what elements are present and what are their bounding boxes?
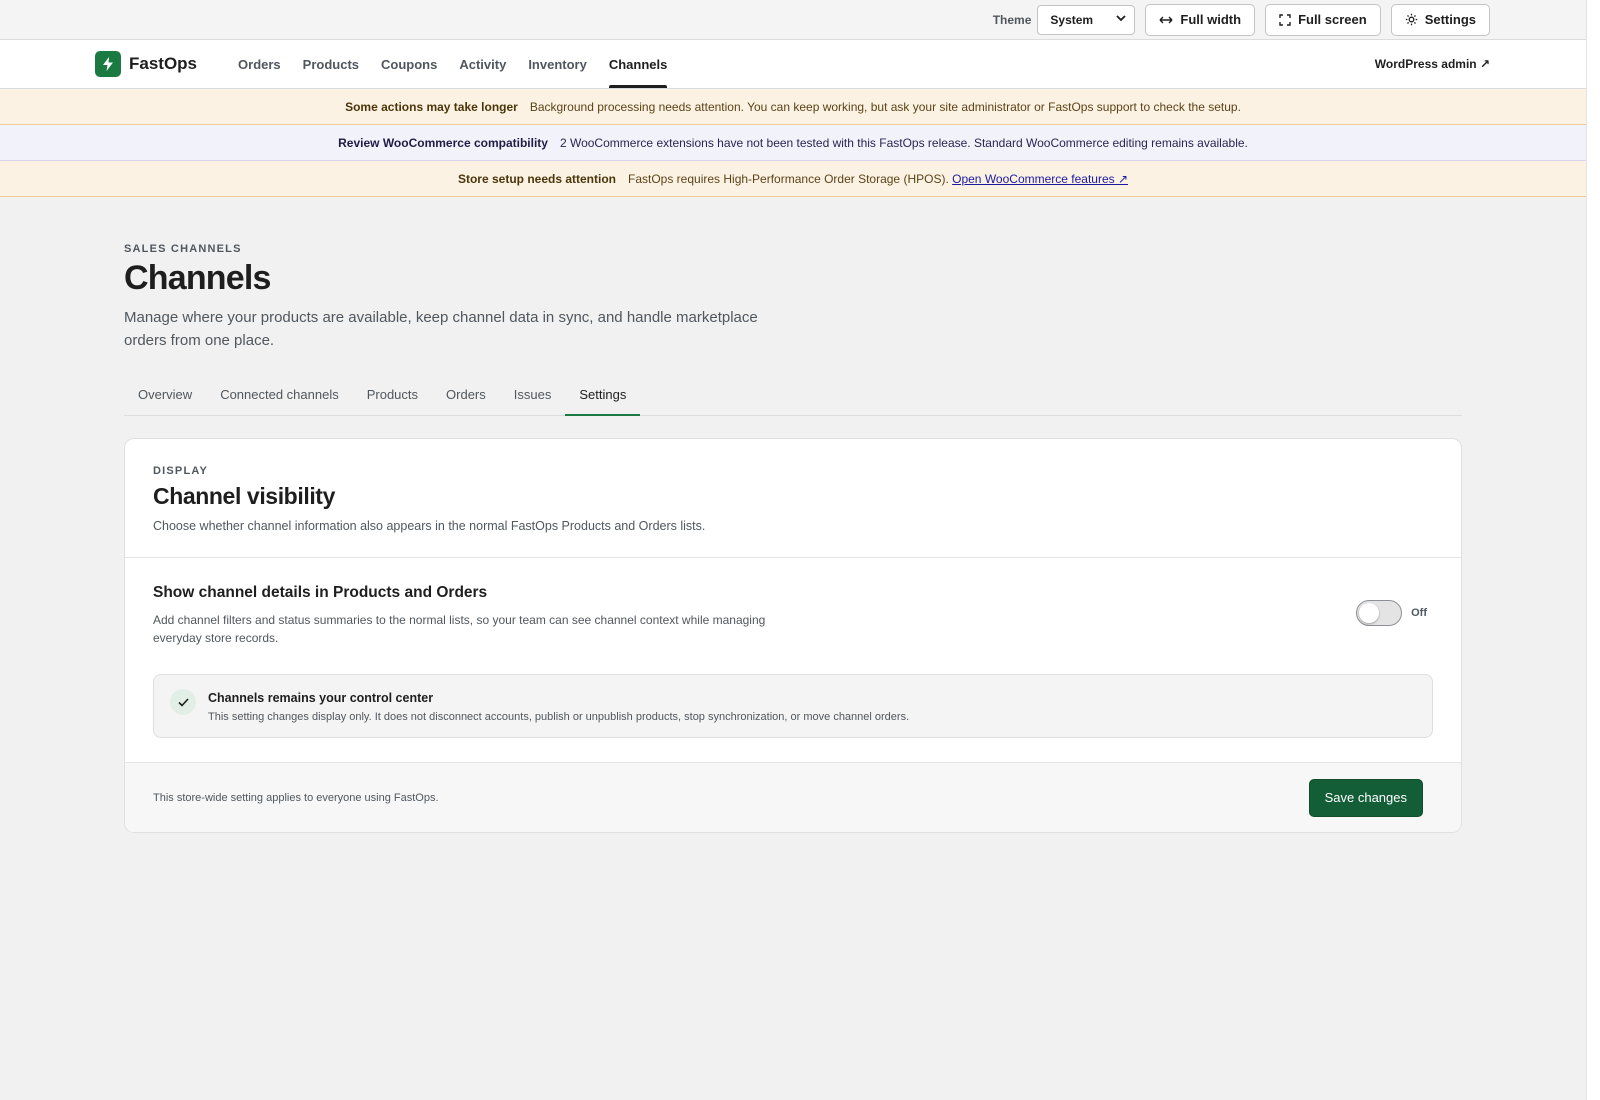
check-icon	[170, 689, 196, 715]
tab-products[interactable]: Products	[353, 374, 432, 415]
card-header: DISPLAY Channel visibility Choose whethe…	[125, 439, 1461, 558]
settings-label: Settings	[1424, 12, 1476, 27]
setting-row: Show channel details in Products and Ord…	[153, 584, 1433, 647]
tab-overview[interactable]: Overview	[124, 374, 206, 415]
channel-tabs: Overview Connected channels Products Ord…	[124, 374, 1462, 416]
channel-details-toggle[interactable]	[1356, 600, 1403, 626]
bolt-icon	[95, 51, 121, 77]
notice-woocommerce-compatibility: Review WooCommerce compatibility 2 WooCo…	[0, 125, 1586, 161]
scrollbar-track[interactable]	[1586, 0, 1600, 1100]
utility-bar: Theme System Full width Full screen Sett…	[0, 0, 1586, 40]
full-screen-label: Full screen	[1298, 12, 1367, 27]
tab-issues[interactable]: Issues	[500, 374, 566, 415]
page-description: Manage where your products are available…	[124, 309, 758, 349]
info-text: Channels remains your control center Thi…	[208, 689, 909, 723]
wordpress-admin-link[interactable]: WordPress admin ↗	[1375, 40, 1490, 88]
card-title: Channel visibility	[153, 483, 335, 509]
page-eyebrow: SALES CHANNELS	[124, 243, 242, 255]
card-description: Choose whether channel information also …	[153, 519, 706, 533]
nav-link-inventory[interactable]: Inventory	[517, 40, 598, 88]
main-content: SALES CHANNELS Channels Manage where you…	[0, 243, 1462, 833]
notice-text: Background processing needs attention. Y…	[529, 99, 1241, 114]
expand-icon	[1279, 13, 1291, 26]
notice-text-wrap: FastOps requires High-Performance Order …	[628, 172, 1128, 186]
arrows-horizontal-icon	[1159, 15, 1173, 25]
control-center-info: Channels remains your control center Thi…	[153, 674, 1433, 738]
notice-title: Store setup needs attention	[457, 171, 616, 186]
nav-link-activity[interactable]: Activity	[448, 40, 517, 88]
open-woocommerce-features-link[interactable]: Open WooCommerce features ↗	[952, 172, 1128, 186]
notice-store-setup: Store setup needs attention FastOps requ…	[0, 161, 1586, 197]
full-width-label: Full width	[1180, 12, 1242, 27]
brand-name: FastOps	[129, 54, 198, 73]
setting-description: Add channel filters and status summaries…	[153, 613, 766, 645]
nav-link-orders[interactable]: Orders	[227, 40, 292, 88]
footer-note: This store-wide setting applies to every…	[153, 791, 439, 804]
settings-button[interactable]: Settings	[1390, 3, 1490, 36]
card-eyebrow: DISPLAY	[153, 465, 209, 477]
setting-title: Show channel details in Products and Ord…	[153, 584, 488, 601]
full-width-button[interactable]: Full width	[1145, 3, 1256, 36]
page-title: Channels	[124, 259, 271, 297]
theme-select[interactable]: System	[1037, 4, 1136, 35]
card-footer: This store-wide setting applies to every…	[125, 762, 1461, 832]
notice-title: Some actions may take longer	[345, 99, 518, 114]
tab-connected-channels[interactable]: Connected channels	[206, 374, 353, 415]
toggle-state-label: Off	[1411, 607, 1427, 619]
info-description: This setting changes display only. It do…	[208, 711, 910, 723]
main-nav: FastOps Orders Products Coupons Activity…	[0, 40, 1586, 89]
nav-link-channels[interactable]: Channels	[598, 40, 679, 88]
save-changes-button[interactable]: Save changes	[1308, 778, 1423, 817]
setting-channel-details: Show channel details in Products and Ord…	[125, 558, 1461, 762]
brand[interactable]: FastOps	[95, 40, 197, 88]
notice-background-processing: Some actions may take longer Background …	[0, 89, 1586, 125]
app-page: Theme System Full width Full screen Sett…	[0, 0, 1586, 1100]
notice-text: 2 WooCommerce extensions have not been t…	[559, 135, 1248, 150]
nav-link-products[interactable]: Products	[292, 40, 370, 88]
chevron-down-icon	[1116, 14, 1127, 25]
nav-link-coupons[interactable]: Coupons	[370, 40, 448, 88]
theme-label: Theme	[992, 12, 1032, 27]
full-screen-button[interactable]: Full screen	[1265, 3, 1381, 36]
nav-links: Orders Products Coupons Activity Invento…	[227, 40, 678, 88]
setting-text: Show channel details in Products and Ord…	[153, 584, 813, 647]
info-title: Channels remains your control center	[208, 691, 434, 705]
toggle-wrap: Off	[1356, 600, 1427, 626]
tab-orders[interactable]: Orders	[432, 374, 500, 415]
toggle-knob	[1359, 603, 1380, 623]
channel-visibility-card: DISPLAY Channel visibility Choose whethe…	[124, 438, 1462, 833]
notice-title: Review WooCommerce compatibility	[338, 135, 548, 150]
tab-settings[interactable]: Settings	[565, 374, 641, 416]
notice-text: FastOps requires High-Performance Order …	[628, 171, 949, 186]
theme-select-value: System	[1050, 12, 1094, 27]
gear-icon	[1405, 13, 1418, 26]
